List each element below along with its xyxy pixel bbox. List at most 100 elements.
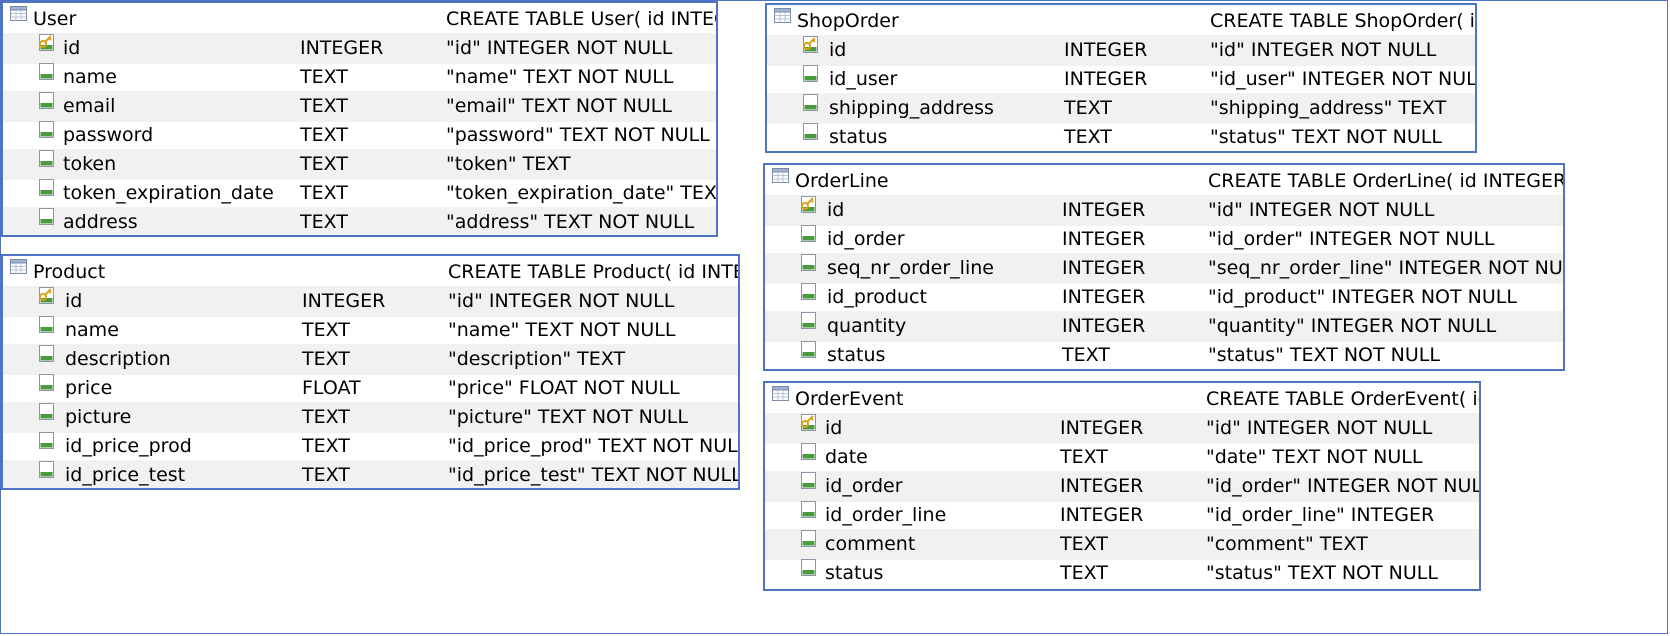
column-row-shipping-address[interactable]: shipping_address TEXT "shipping_address" T… — [767, 93, 1475, 124]
field-icon — [799, 340, 818, 359]
column-row-id[interactable]: id INTEGER "id" INTEGER NOT NULL — [3, 286, 738, 317]
column-definition: "id_user" INTEGER NOT NULL — [1210, 68, 1475, 90]
table-icon — [9, 257, 28, 276]
column-name: comment — [825, 533, 916, 555]
column-row-status[interactable]: status TEXT "status" TEXT NOT NULL — [765, 340, 1563, 369]
table-panel-shoporder: ShopOrder CREATE TABLE ShopOrder( id id INT… — [765, 3, 1477, 153]
column-type: TEXT — [300, 211, 348, 233]
column-row-status[interactable]: status TEXT "status" TEXT NOT NULL — [767, 122, 1475, 151]
column-row-comment[interactable]: comment TEXT "comment" TEXT — [765, 529, 1479, 560]
column-type: TEXT — [302, 348, 350, 370]
column-type: INTEGER — [1064, 39, 1148, 61]
column-row-picture[interactable]: picture TEXT "picture" TEXT NOT NULL — [3, 402, 738, 433]
column-row-email[interactable]: email TEXT "email" TEXT NOT NULL — [3, 91, 716, 122]
column-name: id_order_line — [825, 504, 947, 526]
column-definition: "id_price_prod" TEXT NOT NULL — [448, 435, 738, 457]
column-type: INTEGER — [1062, 199, 1146, 221]
table-create-sql: CREATE TABLE OrderEvent( id — [1206, 388, 1479, 410]
column-name: date — [825, 446, 868, 468]
field-icon — [799, 282, 818, 301]
table-icon — [773, 6, 792, 25]
table-header-row[interactable]: OrderEvent CREATE TABLE OrderEvent( id — [765, 384, 1479, 415]
table-create-sql: CREATE TABLE ShopOrder( id — [1210, 10, 1475, 32]
column-row-address[interactable]: address TEXT "address" TEXT NOT NULL — [3, 207, 716, 235]
column-definition: "id" INTEGER NOT NULL — [1208, 199, 1435, 221]
table-create-sql: CREATE TABLE User( id INTEGER — [446, 8, 716, 30]
field-icon — [799, 442, 818, 461]
column-row-token-expiration-date[interactable]: token_expiration_date TEXT "token_expirati… — [3, 178, 716, 209]
column-row-id-order[interactable]: id_order INTEGER "id_order" INTEGER NOT NU… — [765, 471, 1479, 502]
column-row-id[interactable]: id INTEGER "id" INTEGER NOT NULL — [765, 195, 1563, 226]
field-icon — [799, 253, 818, 272]
column-name: id_user — [829, 68, 898, 90]
column-row-id[interactable]: id INTEGER "id" INTEGER NOT NULL — [3, 33, 716, 64]
column-type: TEXT — [1064, 126, 1112, 148]
field-icon — [801, 93, 820, 112]
table-panel-user: User CREATE TABLE User( id INTEGER id INTEG… — [1, 1, 718, 237]
primary-key-icon — [799, 413, 818, 432]
column-row-id-order[interactable]: id_order INTEGER "id_order" INTEGER NOT NU… — [765, 224, 1563, 255]
column-row-id-product[interactable]: id_product INTEGER "id_product" INTEGER NO… — [765, 282, 1563, 313]
column-type: INTEGER — [1060, 475, 1144, 497]
column-type: TEXT — [300, 95, 348, 117]
column-row-quantity[interactable]: quantity INTEGER "quantity" INTEGER NOT NU… — [765, 311, 1563, 342]
column-type: INTEGER — [300, 37, 384, 59]
field-icon — [37, 178, 56, 197]
column-type: TEXT — [300, 124, 348, 146]
column-definition: "status" TEXT NOT NULL — [1208, 344, 1440, 366]
column-row-token[interactable]: token TEXT "token" TEXT — [3, 149, 716, 180]
table-name: User — [33, 8, 77, 30]
column-row-id-order-line[interactable]: id_order_line INTEGER "id_order_line" INTE… — [765, 500, 1479, 531]
table-header-row[interactable]: OrderLine CREATE TABLE OrderLine( id INTE… — [765, 166, 1563, 197]
table-header-row[interactable]: ShopOrder CREATE TABLE ShopOrder( id — [767, 6, 1475, 37]
field-icon — [37, 120, 56, 139]
column-row-price[interactable]: price FLOAT "price" FLOAT NOT NULL — [3, 373, 738, 404]
column-definition: "address" TEXT NOT NULL — [446, 211, 695, 233]
table-header-row[interactable]: Product CREATE TABLE Product( id INTEGER — [3, 257, 738, 288]
column-name: password — [63, 124, 154, 146]
column-row-id[interactable]: id INTEGER "id" INTEGER NOT NULL — [765, 413, 1479, 444]
column-row-status[interactable]: status TEXT "status" TEXT NOT NULL — [765, 558, 1479, 589]
column-type: INTEGER — [1062, 286, 1146, 308]
field-icon — [37, 373, 56, 392]
table-header-row[interactable]: User CREATE TABLE User( id INTEGER — [3, 4, 716, 35]
column-definition: "id" INTEGER NOT NULL — [1206, 417, 1433, 439]
column-name: quantity — [827, 315, 907, 337]
column-type: TEXT — [1060, 446, 1108, 468]
column-type: TEXT — [300, 66, 348, 88]
column-name: status — [825, 562, 884, 584]
table-icon — [771, 166, 790, 185]
column-row-name[interactable]: name TEXT "name" TEXT NOT NULL — [3, 315, 738, 346]
column-type: INTEGER — [1062, 257, 1146, 279]
column-name: shipping_address — [829, 97, 994, 119]
column-row-id[interactable]: id INTEGER "id" INTEGER NOT NULL — [767, 35, 1475, 66]
column-name: price — [65, 377, 113, 399]
column-definition: "email" TEXT NOT NULL — [446, 95, 672, 117]
table-name: ShopOrder — [797, 10, 899, 32]
column-row-seq-nr-order-line[interactable]: seq_nr_order_line INTEGER "seq_nr_order_li… — [765, 253, 1563, 284]
field-icon — [37, 460, 56, 479]
column-definition: "id" INTEGER NOT NULL — [448, 290, 675, 312]
column-row-password[interactable]: password TEXT "password" TEXT NOT NULL — [3, 120, 716, 151]
table-panel-orderline: OrderLine CREATE TABLE OrderLine( id INTE… — [763, 163, 1565, 371]
column-type: INTEGER — [1060, 504, 1144, 526]
column-row-description[interactable]: description TEXT "description" TEXT — [3, 344, 738, 375]
column-row-id-price-prod[interactable]: id_price_prod TEXT "id_price_prod" TEXT NO… — [3, 431, 738, 462]
column-row-id-price-test[interactable]: id_price_test TEXT "id_price_test" TEXT NO… — [3, 460, 738, 488]
column-name: token_expiration_date — [63, 182, 274, 204]
column-name: id — [827, 199, 845, 221]
column-definition: "id_order_line" INTEGER — [1206, 504, 1435, 526]
table-name: Product — [33, 261, 106, 283]
column-type: INTEGER — [302, 290, 386, 312]
column-row-date[interactable]: date TEXT "date" TEXT NOT NULL — [765, 442, 1479, 473]
field-icon — [37, 344, 56, 363]
primary-key-icon — [37, 33, 56, 52]
column-type: FLOAT — [302, 377, 361, 399]
column-definition: "name" TEXT NOT NULL — [446, 66, 674, 88]
column-type: TEXT — [300, 182, 348, 204]
column-row-name[interactable]: name TEXT "name" TEXT NOT NULL — [3, 62, 716, 93]
column-type: TEXT — [1060, 562, 1108, 584]
column-name: email — [63, 95, 116, 117]
column-row-id-user[interactable]: id_user INTEGER "id_user" INTEGER NOT NULL — [767, 64, 1475, 95]
column-definition: "id_order" INTEGER NOT NULL — [1208, 228, 1495, 250]
